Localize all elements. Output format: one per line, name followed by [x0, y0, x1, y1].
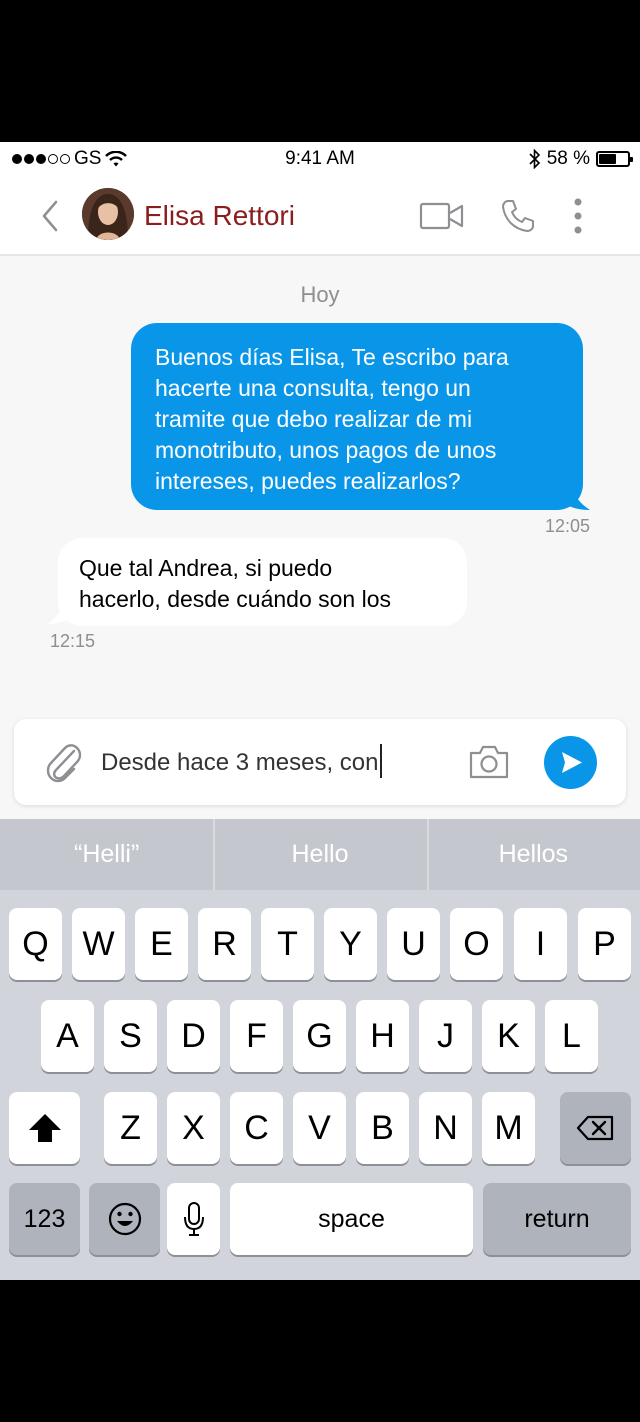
message-input-text: Desde hace 3 meses, con: [101, 749, 379, 776]
message-composer: Desde hace 3 meses, con: [14, 719, 626, 805]
bluetooth-icon: [529, 149, 540, 169]
message-bubble-outgoing[interactable]: Buenos días Elisa, Te escribo para hacer…: [131, 323, 583, 510]
key-e[interactable]: E: [135, 908, 188, 980]
key-f[interactable]: F: [230, 1000, 283, 1072]
message-timestamp: 12:15: [50, 631, 96, 651]
key-w[interactable]: W: [72, 908, 125, 980]
key-j[interactable]: J: [419, 1000, 472, 1072]
more-vertical-icon[interactable]: [571, 196, 585, 236]
key-d[interactable]: D: [167, 1000, 220, 1072]
contact-name[interactable]: Elisa Rettori: [144, 200, 295, 232]
backspace-key[interactable]: [560, 1092, 631, 1164]
battery-percentage: 58 %: [546, 148, 590, 169]
key-a[interactable]: A: [41, 1000, 94, 1072]
send-button[interactable]: [544, 736, 597, 789]
camera-icon[interactable]: [468, 743, 510, 781]
message-timestamp: 12:05: [544, 516, 590, 536]
key-q[interactable]: Q: [9, 908, 62, 980]
key-l[interactable]: L: [545, 1000, 598, 1072]
key-r[interactable]: R: [198, 908, 251, 980]
key-o[interactable]: O: [450, 908, 503, 980]
numbers-key[interactable]: 123: [9, 1183, 80, 1255]
battery-icon: [596, 151, 633, 167]
phone-icon[interactable]: [500, 198, 536, 234]
keyboard: “Helli” Hello Hellos Q W E R T Y U O I P…: [0, 819, 640, 1280]
key-h[interactable]: H: [356, 1000, 409, 1072]
key-g[interactable]: G: [293, 1000, 346, 1072]
key-m[interactable]: M: [482, 1092, 535, 1164]
message-line: tramite que debo realizar de mi: [155, 406, 473, 432]
key-p[interactable]: P: [578, 908, 631, 980]
paperclip-icon[interactable]: [44, 743, 82, 783]
key-i[interactable]: I: [514, 908, 567, 980]
day-separator: Hoy: [300, 282, 340, 307]
key-n[interactable]: N: [419, 1092, 472, 1164]
message-line: hacerlo, desde cuándo son los: [79, 586, 391, 612]
space-key[interactable]: space: [230, 1183, 473, 1255]
emoji-key[interactable]: [89, 1183, 160, 1255]
dictation-key[interactable]: [167, 1183, 220, 1255]
key-y[interactable]: Y: [324, 908, 377, 980]
key-s[interactable]: S: [104, 1000, 157, 1072]
key-b[interactable]: B: [356, 1092, 409, 1164]
message-line: hacerte una consulta, tengo un: [155, 375, 471, 401]
phone-screen: GS 9:41 AM 58 % Elisa Rettori Hoy Buenos…: [0, 142, 640, 1280]
emoji-icon: [108, 1202, 141, 1236]
status-bar: GS 9:41 AM 58 %: [0, 142, 640, 176]
backspace-icon: [576, 1115, 613, 1141]
shift-icon: [28, 1114, 61, 1142]
avatar[interactable]: [82, 188, 134, 240]
key-t[interactable]: T: [261, 908, 314, 980]
key-z[interactable]: Z: [104, 1092, 157, 1164]
microphone-icon: [183, 1202, 204, 1236]
key-v[interactable]: V: [293, 1092, 346, 1164]
message-bubble-incoming[interactable]: Que tal Andrea, si puedo hacerlo, desde …: [58, 538, 467, 626]
chat-header: Elisa Rettori: [0, 176, 640, 256]
suggestion-item[interactable]: “Helli”: [0, 819, 213, 890]
chevron-left-icon[interactable]: [36, 196, 66, 236]
key-x[interactable]: X: [167, 1092, 220, 1164]
message-line: monotributo, unos pagos de unos: [155, 437, 497, 463]
message-line: intereses, puedes realizarlos?: [155, 468, 461, 494]
key-u[interactable]: U: [387, 908, 440, 980]
message-line: Buenos días Elisa, Te escribo para: [155, 344, 509, 370]
return-key[interactable]: return: [483, 1183, 631, 1255]
suggestion-bar: “Helli” Hello Hellos: [0, 819, 640, 890]
send-icon: [562, 752, 582, 773]
message-line: Que tal Andrea, si puedo: [79, 555, 333, 581]
suggestion-item[interactable]: Hello: [213, 819, 426, 890]
video-camera-icon[interactable]: [419, 201, 465, 231]
key-k[interactable]: K: [482, 1000, 535, 1072]
text-cursor: [379, 743, 382, 778]
suggestion-item[interactable]: Hellos: [426, 819, 640, 890]
shift-key[interactable]: [9, 1092, 80, 1164]
message-input[interactable]: Desde hace 3 meses, con: [101, 743, 382, 778]
key-c[interactable]: C: [230, 1092, 283, 1164]
